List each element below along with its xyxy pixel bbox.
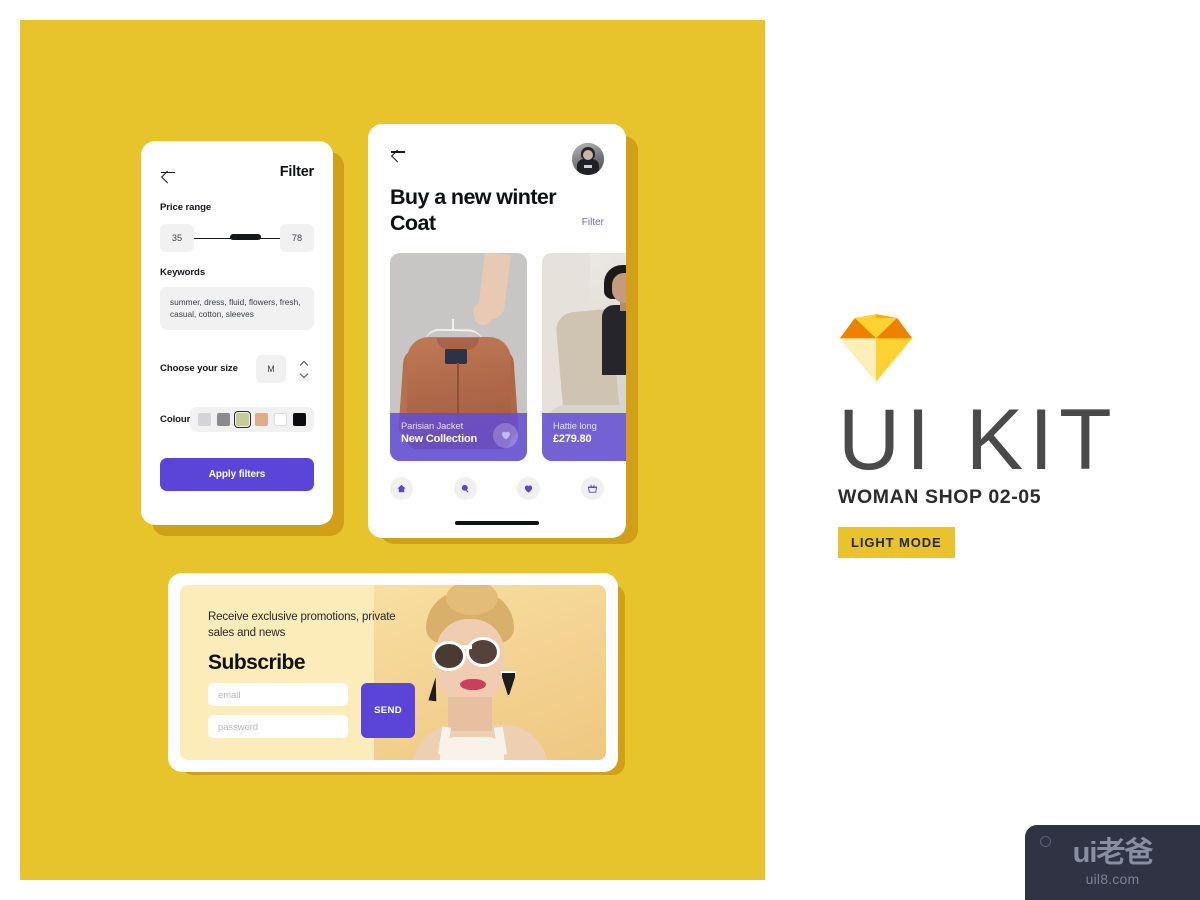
swatch-light-grey[interactable] xyxy=(198,412,212,426)
password-field[interactable] xyxy=(208,715,348,738)
chevron-down-icon[interactable] xyxy=(301,371,308,378)
shop-screen: Buy a new winter Coat Filter Parisian Ja… xyxy=(368,124,626,538)
product-price: £279.80 xyxy=(553,432,592,445)
product-card[interactable]: Hattie long £279.80 xyxy=(542,252,626,461)
light-mode-badge: LIGHT MODE xyxy=(838,527,955,559)
watermark-title: ui老爸 xyxy=(1072,836,1154,869)
price-range-slider[interactable]: 35 78 xyxy=(160,224,314,252)
home-icon[interactable] xyxy=(390,477,413,500)
back-arrow-icon[interactable] xyxy=(160,164,177,181)
size-label: Choose your size xyxy=(160,363,238,375)
ui-kit-wordmark: UI KIT xyxy=(838,392,1138,488)
subscribe-kicker: Receive exclusive promotions, private sa… xyxy=(208,611,396,640)
send-button[interactable]: SEND xyxy=(361,683,415,738)
circle-icon xyxy=(1040,836,1051,847)
apply-filters-button[interactable]: Apply filters xyxy=(160,457,314,491)
page-title: Buy a new winter Coat xyxy=(390,185,557,235)
heart-icon[interactable] xyxy=(493,422,518,448)
colour-selector-row: Colour xyxy=(160,406,315,432)
product-overlay: Parisian Jacket New Collection xyxy=(390,412,527,461)
colour-label: Colour xyxy=(160,413,191,425)
ui-kit-text: UI KIT xyxy=(838,392,1118,488)
search-icon[interactable] xyxy=(453,477,477,500)
swatch-black[interactable] xyxy=(293,412,307,426)
sketch-diamond-logo xyxy=(840,314,912,382)
subscribe-title: Subscribe xyxy=(208,650,306,674)
avatar[interactable] xyxy=(572,143,604,175)
subscribe-card: Receive exclusive promotions, private sa… xyxy=(168,573,618,772)
filter-screen: Filter Price range 35 78 Keywords summer… xyxy=(141,141,333,525)
heart-icon[interactable] xyxy=(517,477,541,500)
branding-block: UI KIT WOMAN SHOP 02-05 LIGHT MODE xyxy=(838,312,1138,559)
size-value[interactable]: M xyxy=(256,354,286,383)
swatch-grey[interactable] xyxy=(217,412,231,426)
filter-link[interactable]: Filter xyxy=(582,217,604,228)
product-card[interactable]: Parisian Jacket New Collection xyxy=(390,252,527,461)
chevron-up-icon[interactable] xyxy=(301,360,308,367)
bottom-tab-bar xyxy=(390,477,604,500)
filter-title: Filter xyxy=(279,164,314,180)
swatch-khaki[interactable] xyxy=(234,410,252,428)
price-range-label: Price range xyxy=(160,202,212,213)
filter-header: Filter xyxy=(160,157,314,187)
colour-swatch-group[interactable] xyxy=(190,406,315,432)
size-selector-row: Choose your size M xyxy=(160,354,314,383)
home-indicator xyxy=(455,521,539,525)
watermark-url: uil8.com xyxy=(1085,870,1140,887)
product-name: Hattie long xyxy=(553,419,597,431)
branding-subtitle: WOMAN SHOP 02-05 xyxy=(838,486,1042,509)
screenshot-canvas: Filter Price range 35 78 Keywords summer… xyxy=(0,0,1200,900)
slider-track[interactable] xyxy=(194,224,280,252)
basket-icon[interactable] xyxy=(580,477,604,500)
price-min-value[interactable]: 35 xyxy=(160,224,194,252)
back-arrow-icon[interactable] xyxy=(390,143,407,160)
price-max-value[interactable]: 78 xyxy=(280,224,314,252)
subscribe-form: SEND xyxy=(208,683,415,738)
slider-thumb[interactable] xyxy=(230,234,262,240)
watermark-badge: ui老爸 uil8.com xyxy=(1025,825,1200,900)
size-stepper[interactable] xyxy=(294,360,314,378)
product-list: Parisian Jacket New Collection Hattie lo… xyxy=(390,252,626,461)
swatch-white[interactable] xyxy=(274,412,288,426)
swatch-salmon[interactable] xyxy=(255,412,269,426)
keywords-field[interactable]: summer, dress, fluid, flowers, fresh, ca… xyxy=(160,287,314,330)
keywords-label: Keywords xyxy=(160,267,206,278)
email-field[interactable] xyxy=(208,683,348,706)
product-overlay: Hattie long £279.80 xyxy=(542,412,626,461)
shop-header xyxy=(390,143,604,175)
